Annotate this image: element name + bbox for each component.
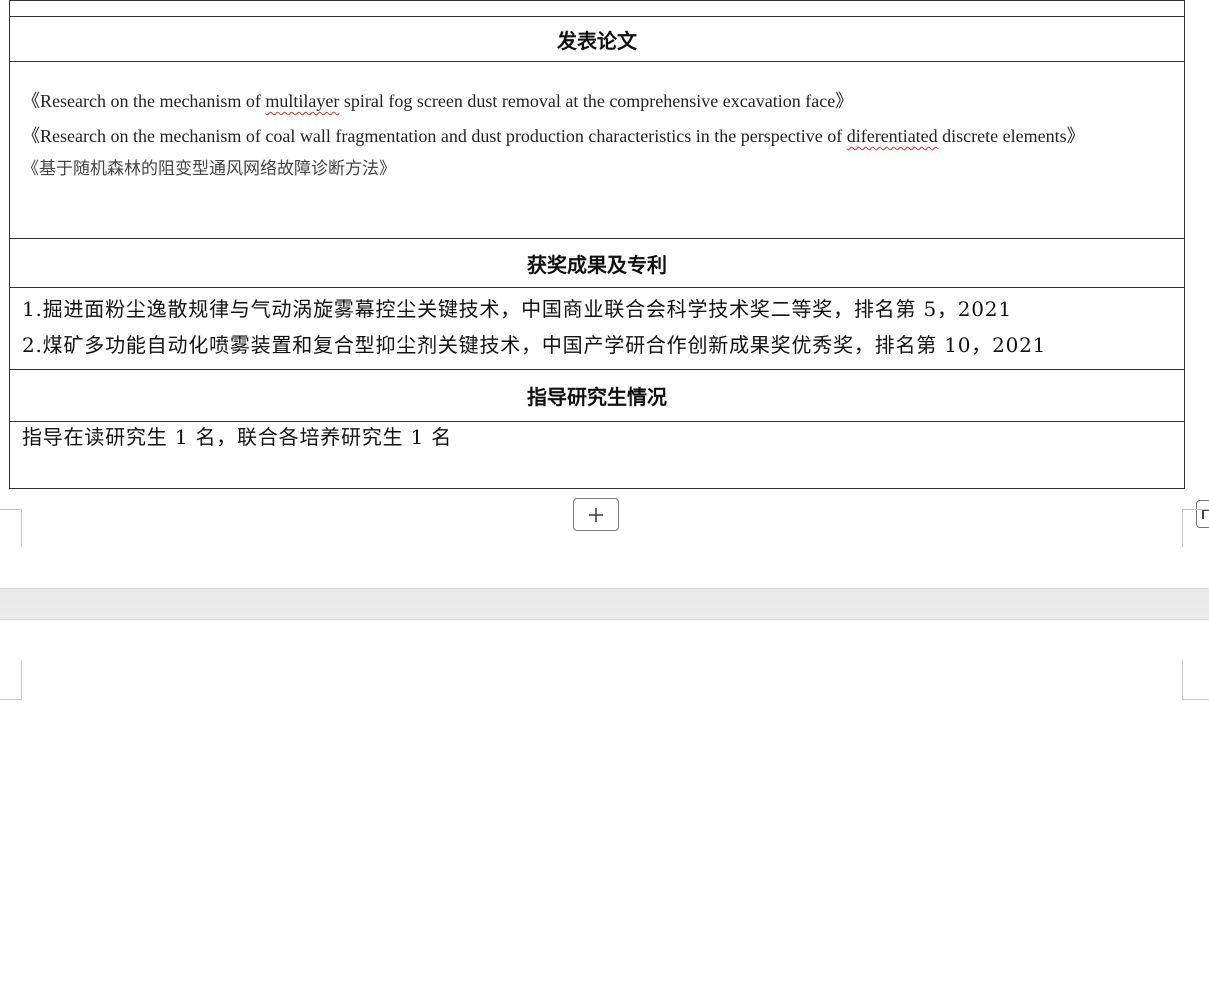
page-separator (0, 588, 1209, 620)
table-row: 《Research on the mechanism of multilayer… (9, 61, 1185, 239)
award-item: 1.掘进面粉尘逸散规律与气动涡旋雾幕控尘关键技术，中国商业联合会科学技术奖二等奖… (22, 297, 1012, 321)
award-item: 2.煤矿多功能自动化喷雾装置和复合型抑尘剂关键技术，中国产学研合作创新成果奖优秀… (22, 333, 1047, 357)
students-cell[interactable]: 指导在读研究生 1 名，联合各培养研究生 1 名 (9, 421, 1185, 489)
table-cell-previous[interactable] (9, 0, 1185, 17)
table-row: 1.掘进面粉尘逸散规律与气动涡旋雾幕控尘关键技术，中国商业联合会科学技术奖二等奖… (9, 287, 1185, 370)
paper-item: 《Research on the mechanism of coal wall … (22, 126, 1085, 146)
papers-cell[interactable]: 《Research on the mechanism of multilayer… (9, 61, 1185, 239)
students-text: 指导在读研究生 1 名，联合各培养研究生 1 名 (22, 425, 453, 449)
paper-item: 《基于随机森林的阻变型通风网络故障诊断方法》 (22, 159, 396, 179)
table-row: 发表论文 (9, 16, 1185, 62)
paper-item: 《Research on the mechanism of multilayer… (22, 91, 854, 111)
spelling-error[interactable]: diferentiated (847, 126, 938, 146)
document-table: 发表论文 《Research on the mechanism of multi… (9, 0, 1185, 489)
plus-icon (589, 507, 603, 522)
awards-heading[interactable]: 获奖成果及专利 (9, 238, 1185, 288)
awards-cell[interactable]: 1.掘进面粉尘逸散规律与气动涡旋雾幕控尘关键技术，中国商业联合会科学技术奖二等奖… (9, 287, 1185, 370)
table-row (9, 0, 1185, 17)
table-row: 获奖成果及专利 (9, 238, 1185, 288)
page-margin-marker (0, 509, 22, 547)
students-heading[interactable]: 指导研究生情况 (9, 369, 1185, 422)
table-row: 指导研究生情况 (9, 369, 1185, 422)
papers-heading[interactable]: 发表论文 (9, 16, 1185, 62)
add-row-button[interactable] (573, 498, 619, 531)
spelling-error[interactable]: multilayer (265, 91, 339, 111)
page-margin-marker (0, 660, 22, 700)
table-row: 指导在读研究生 1 名，联合各培养研究生 1 名 (9, 421, 1185, 489)
page-margin-marker (1182, 660, 1209, 700)
page-margin-marker (1182, 509, 1209, 547)
